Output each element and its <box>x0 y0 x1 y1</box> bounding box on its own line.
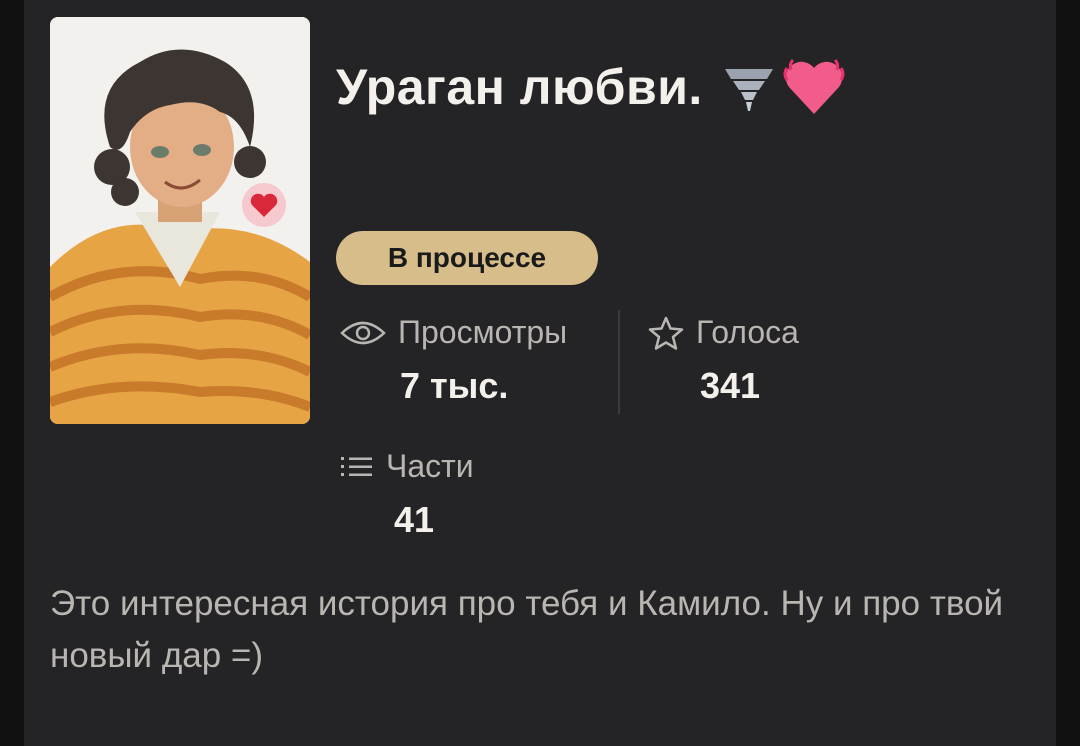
views-value: 7 тыс. <box>400 365 509 406</box>
list-icon <box>341 456 372 476</box>
votes-stat-label-row: Голоса <box>648 314 848 351</box>
parts-label: Части <box>386 448 474 484</box>
views-stat: Просмотры 7 тыс. <box>340 314 610 407</box>
views-label: Просмотры <box>398 314 568 350</box>
views-stat-label-row: Просмотры <box>340 314 610 351</box>
votes-value: 341 <box>700 365 761 406</box>
story-title: Ураган любви. <box>336 54 847 120</box>
story-cover-image[interactable] <box>50 17 310 424</box>
star-icon <box>648 316 684 350</box>
parts-value: 41 <box>394 499 435 540</box>
beating-heart-icon <box>783 58 845 114</box>
story-description: Это интересная история про тебя и Камило… <box>50 584 1004 675</box>
stats-divider <box>618 310 620 414</box>
parts-stat-label-row: Части <box>340 448 540 485</box>
status-badge: В процессе <box>336 231 598 285</box>
story-title-text: Ураган любви. <box>336 59 703 115</box>
story-details-panel: Ураган любви. В процессе Просмотры 7 тыс… <box>24 0 1056 746</box>
status-badge-label: В процессе <box>387 242 547 273</box>
eye-icon <box>340 321 386 344</box>
tornado-icon <box>724 69 773 111</box>
title-emojis <box>721 54 847 120</box>
parts-stat: Части 41 <box>340 448 540 541</box>
votes-label: Голоса <box>696 314 799 350</box>
cover-illustration <box>50 17 310 424</box>
votes-stat: Голоса 341 <box>648 314 848 407</box>
